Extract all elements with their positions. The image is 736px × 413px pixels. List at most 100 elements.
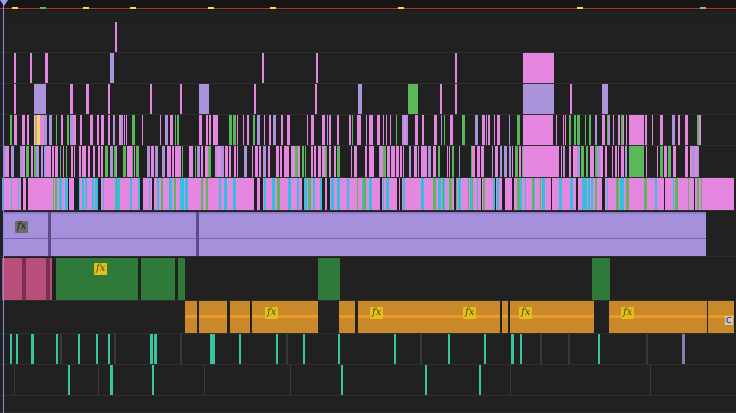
timeline-clip[interactable] [126, 115, 127, 145]
timeline-clip[interactable] [199, 115, 202, 145]
timeline-clip[interactable] [233, 115, 236, 145]
timeline-clip[interactable] [449, 178, 452, 210]
timeline-clip[interactable] [88, 146, 90, 177]
audio-track-5[interactable] [0, 365, 736, 396]
timeline-clip[interactable] [322, 115, 325, 145]
timeline-clip[interactable] [132, 146, 133, 177]
timeline-clip[interactable] [82, 178, 84, 210]
timeline-clip[interactable] [644, 178, 647, 210]
timeline-clip[interactable] [253, 115, 255, 145]
timeline-clip[interactable] [673, 178, 674, 210]
timeline-clip[interactable] [26, 178, 28, 210]
timeline-clip[interactable] [519, 146, 521, 177]
timeline-clip[interactable] [281, 115, 283, 145]
timeline-clip[interactable] [233, 178, 236, 210]
timeline-clip[interactable] [27, 115, 29, 145]
timeline-clip[interactable] [600, 146, 603, 177]
timeline-clip[interactable] [394, 334, 396, 364]
timeline-clip[interactable] [180, 84, 182, 114]
timeline-clip[interactable] [595, 115, 597, 145]
timeline-clip[interactable] [472, 178, 473, 210]
timeline-clip[interactable] [199, 84, 209, 114]
timeline-clip[interactable] [425, 365, 427, 395]
timeline-clip[interactable] [263, 146, 266, 177]
timeline-clip[interactable] [55, 178, 57, 210]
timeline-clip[interactable] [49, 178, 53, 210]
timeline-clip[interactable] [511, 334, 514, 364]
timeline-clip[interactable] [657, 146, 658, 177]
timeline-clip[interactable] [618, 115, 620, 145]
timeline-clip[interactable] [458, 178, 461, 210]
timeline-clip[interactable] [115, 22, 117, 52]
timeline-clip[interactable] [605, 146, 607, 177]
timeline-clip[interactable] [406, 115, 408, 145]
timeline-clip[interactable] [702, 178, 734, 210]
timeline-clip[interactable] [502, 178, 505, 210]
timeline-clip[interactable] [244, 146, 247, 177]
timeline-clip[interactable] [277, 178, 280, 210]
timeline-clip[interactable] [210, 334, 215, 364]
timeline-clip[interactable] [229, 115, 232, 145]
timeline-clip[interactable] [22, 115, 25, 145]
timeline-clip[interactable] [403, 178, 405, 210]
timeline-clip[interactable] [526, 178, 529, 210]
timeline-clip[interactable] [26, 146, 29, 177]
timeline-clip[interactable] [86, 84, 89, 114]
timeline-clip[interactable] [264, 115, 265, 145]
timeline-clip[interactable] [342, 178, 344, 210]
timeline-clip[interactable] [290, 365, 291, 395]
audio-track-4[interactable] [0, 334, 736, 365]
timeline-clip[interactable] [520, 334, 522, 364]
timeline-clip[interactable] [512, 178, 514, 210]
timeline-clip[interactable] [563, 178, 564, 210]
timeline-clip[interactable] [449, 146, 450, 177]
timeline-clip[interactable] [280, 146, 282, 177]
timeline-clip[interactable] [55, 146, 58, 177]
timeline-clip[interactable] [56, 334, 58, 364]
timeline-clip[interactable] [113, 115, 115, 145]
audio-clip[interactable] [502, 301, 508, 333]
timeline-clip[interactable] [21, 178, 23, 210]
timeline-clip[interactable] [497, 178, 499, 210]
timeline-clip[interactable] [337, 178, 340, 210]
timeline-clip[interactable] [357, 178, 358, 210]
timeline-clip[interactable] [101, 146, 103, 177]
audio-clip[interactable] [592, 258, 610, 300]
timeline-clip[interactable] [392, 178, 395, 210]
timeline-clip[interactable] [492, 146, 493, 177]
timeline-clip[interactable] [136, 146, 139, 177]
audio-track-2[interactable] [0, 258, 736, 301]
timeline-clip[interactable] [363, 178, 366, 210]
timeline-clip[interactable] [556, 115, 557, 145]
timeline-clip[interactable] [195, 146, 196, 177]
timeline-clip[interactable] [96, 334, 98, 364]
timeline-clip[interactable] [660, 146, 663, 177]
timeline-clip[interactable] [481, 178, 482, 210]
effect-badge[interactable]: fx [94, 263, 108, 275]
timeline-clip[interactable] [327, 115, 328, 145]
timeline-clip[interactable] [337, 115, 339, 145]
video-track-3[interactable] [0, 146, 736, 178]
timeline-clip[interactable] [602, 84, 608, 114]
timeline-clip[interactable] [209, 178, 210, 210]
timeline-clip[interactable] [52, 146, 54, 177]
timeline-clip[interactable] [517, 115, 520, 145]
timeline-clip[interactable] [483, 178, 485, 210]
timeline-clip[interactable] [308, 178, 311, 210]
audio-clip[interactable] [230, 301, 250, 333]
timeline-clip[interactable] [132, 115, 135, 145]
timeline-clip[interactable] [35, 178, 38, 210]
timeline-clip[interactable] [108, 115, 110, 145]
timeline-clip[interactable] [181, 178, 184, 210]
timeline-clip[interactable] [506, 178, 509, 210]
timeline-clip[interactable] [197, 146, 200, 177]
timeline-clip[interactable] [646, 334, 648, 364]
timeline-clip[interactable] [145, 178, 146, 210]
timeline-clip[interactable] [316, 53, 318, 83]
timeline-clip[interactable] [219, 178, 221, 210]
timeline-clip[interactable] [90, 115, 93, 145]
timeline-clip[interactable] [429, 178, 431, 210]
timeline-clip[interactable] [70, 84, 73, 114]
timeline-clip[interactable] [396, 146, 399, 177]
timeline-clip[interactable] [472, 146, 475, 177]
